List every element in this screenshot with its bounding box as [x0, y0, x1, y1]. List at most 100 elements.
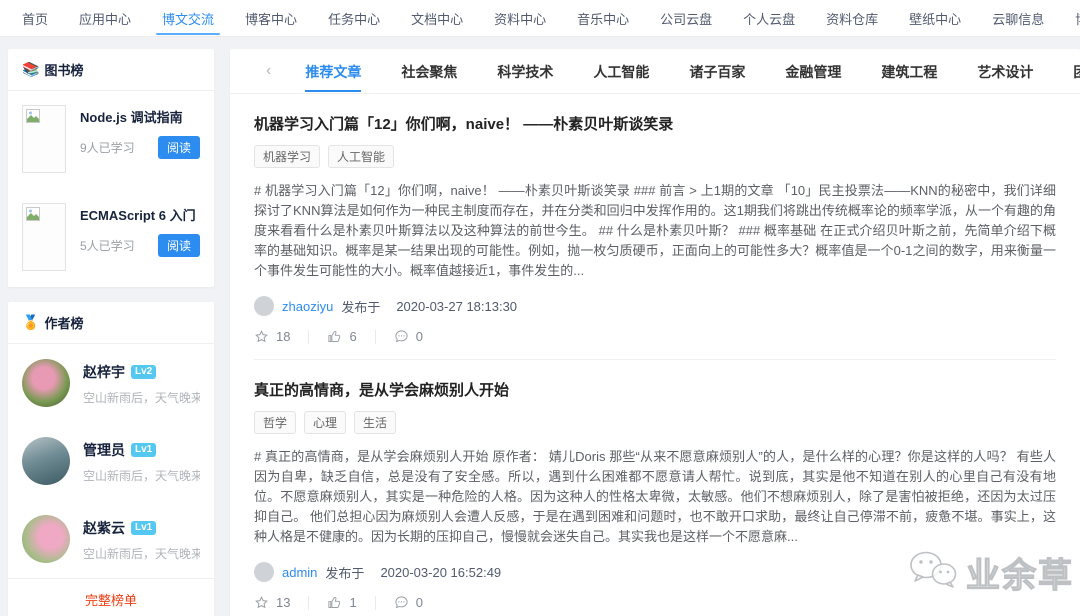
authors-ranking-title: 作者榜: [44, 313, 83, 332]
book-title[interactable]: Node.js 调试指南: [80, 107, 200, 126]
article-tag[interactable]: 哲学: [254, 411, 296, 434]
article-excerpt: # 机器学习入门篇「12」你们啊，naive！ ——朴素贝叶斯谈笑录 ### 前…: [254, 181, 1056, 281]
like-count: 1: [349, 595, 356, 610]
category-tabs: ‹ 推荐文章 社会聚焦 科学技术 人工智能 诸子百家 金融管理 建筑工程 艺术设…: [230, 49, 1080, 94]
author-name[interactable]: 管理员: [83, 440, 125, 460]
read-button[interactable]: 阅读: [158, 136, 200, 159]
nav-item-data-warehouse[interactable]: 资料仓库: [824, 0, 880, 37]
app: 首页 应用中心 博文交流 博客中心 任务中心 文档中心 资料中心 音乐中心 公司…: [0, 0, 1080, 616]
nav-item-app-center[interactable]: 应用中心: [77, 0, 133, 37]
published-label: 发布于: [325, 563, 364, 582]
star-icon: [254, 329, 269, 344]
broken-image-icon: [26, 207, 40, 221]
full-ranking-link[interactable]: 完整榜单: [85, 593, 137, 608]
article-tag[interactable]: 机器学习: [254, 145, 320, 168]
nav-item-wallpaper-center[interactable]: 壁纸中心: [907, 0, 963, 37]
nav-item-company-cloud[interactable]: 公司云盘: [658, 0, 714, 37]
books-ranking-title: 图书榜: [44, 60, 83, 79]
author-item: 赵紫云 Lv1 空山新雨后，天气晚来秋，...: [8, 500, 214, 578]
nav-menu: 首页 应用中心 博文交流 博客中心 任务中心 文档中心 资料中心 音乐中心 公司…: [20, 0, 1080, 37]
avatar[interactable]: [22, 437, 70, 485]
author-avatar: [254, 296, 274, 316]
star-stat[interactable]: 18: [254, 329, 290, 344]
comment-count: 0: [416, 595, 423, 610]
like-stat[interactable]: 6: [327, 329, 356, 344]
publish-time: 2020-03-20 16:52:49: [380, 565, 501, 580]
tab-philosophers[interactable]: 诸子百家: [689, 50, 745, 92]
author-name[interactable]: 赵梓宇: [83, 362, 125, 382]
comment-stat[interactable]: 0: [394, 595, 423, 610]
comment-dots-icon: [394, 595, 409, 610]
author-item: 赵梓宇 Lv2 空山新雨后，天气晚来秋，...: [8, 344, 214, 422]
article-item: 真正的高情商，是从学会麻烦别人开始 哲学 心理 生活 # 真正的高情商，是从学会…: [254, 360, 1056, 616]
published-label: 发布于: [341, 297, 380, 316]
book-item: ECMAScript 6 入门 5人已学习 阅读: [8, 189, 214, 287]
read-button[interactable]: 阅读: [158, 234, 200, 257]
tab-architecture[interactable]: 建筑工程: [881, 50, 937, 92]
author-avatar: [254, 562, 274, 582]
book-title[interactable]: ECMAScript 6 入门: [80, 205, 200, 224]
level-badge: Lv1: [131, 521, 156, 535]
comment-dots-icon: [394, 329, 409, 344]
article-tag[interactable]: 人工智能: [328, 145, 394, 168]
article-excerpt: # 真正的高情商，是从学会麻烦别人开始 原作者： 婧儿Doris 那些“从来不愿…: [254, 447, 1056, 547]
tab-society[interactable]: 社会聚焦: [401, 50, 457, 92]
tab-art-design[interactable]: 艺术设计: [977, 50, 1033, 92]
article-title[interactable]: 真正的高情商，是从学会麻烦别人开始: [254, 379, 1056, 400]
nav-item-doc-center[interactable]: 文档中心: [409, 0, 465, 37]
nav-item-blog-center-2[interactable]: 博客中心: [1073, 0, 1080, 37]
author-name[interactable]: 赵紫云: [83, 518, 125, 538]
nav-item-music-center[interactable]: 音乐中心: [575, 0, 631, 37]
broken-image-icon: [26, 109, 40, 123]
books-ranking-header: 📚 图书榜: [8, 49, 214, 91]
author-item: 管理员 Lv1 空山新雨后，天气晚来秋，...: [8, 422, 214, 500]
book-learners-count: 5人已学习: [80, 237, 135, 254]
page-content: 📚 图书榜 Node.js 调试指南 9人已学习 阅读: [0, 37, 1080, 616]
article-author-link[interactable]: admin: [282, 565, 317, 580]
like-count: 6: [349, 329, 356, 344]
comment-stat[interactable]: 0: [394, 329, 423, 344]
avatar[interactable]: [22, 359, 70, 407]
nav-item-home[interactable]: 首页: [20, 0, 50, 37]
books-ranking-card: 📚 图书榜 Node.js 调试指南 9人已学习 阅读: [8, 49, 214, 287]
author-signature: 空山新雨后，天气晚来秋，...: [83, 467, 200, 484]
tab-science-tech[interactable]: 科学技术: [497, 50, 553, 92]
medal-icon: 🏅: [22, 314, 39, 331]
tab-team-culture[interactable]: 团队文化: [1073, 50, 1080, 92]
article-title[interactable]: 机器学习入门篇「12」你们啊，naive！ ——朴素贝叶斯谈笑录: [254, 113, 1056, 134]
book-cover-placeholder[interactable]: [22, 105, 66, 173]
author-signature: 空山新雨后，天气晚来秋，...: [83, 389, 200, 406]
thumbs-up-icon: [327, 329, 342, 344]
nav-item-blog-exchange[interactable]: 博文交流: [160, 0, 216, 37]
nav-item-blog-center[interactable]: 博客中心: [243, 0, 299, 37]
article-tag[interactable]: 生活: [354, 411, 396, 434]
tab-finance[interactable]: 金融管理: [785, 50, 841, 92]
author-signature: 空山新雨后，天气晚来秋，...: [83, 545, 200, 562]
authors-ranking-card: 🏅 作者榜 赵梓宇 Lv2 空山新雨后，天气晚来秋，...: [8, 302, 214, 616]
tab-recommended[interactable]: 推荐文章: [305, 50, 361, 92]
tabs-scroll-left-icon[interactable]: ‹: [252, 62, 285, 80]
star-count: 13: [276, 595, 290, 610]
tab-ai[interactable]: 人工智能: [593, 50, 649, 92]
star-stat[interactable]: 13: [254, 595, 290, 610]
star-count: 18: [276, 329, 290, 344]
publish-time: 2020-03-27 18:13:30: [396, 299, 517, 314]
article-author-link[interactable]: zhaoziyu: [282, 299, 333, 314]
thumbs-up-icon: [327, 595, 342, 610]
nav-item-personal-cloud[interactable]: 个人云盘: [741, 0, 797, 37]
book-info: ECMAScript 6 入门 5人已学习 阅读: [80, 203, 200, 271]
nav-item-material-center[interactable]: 资料中心: [492, 0, 548, 37]
book-learners-count: 9人已学习: [80, 139, 135, 156]
article-tag[interactable]: 心理: [304, 411, 346, 434]
book-cover-placeholder[interactable]: [22, 203, 66, 271]
like-stat[interactable]: 1: [327, 595, 356, 610]
top-nav: 首页 应用中心 博文交流 博客中心 任务中心 文档中心 资料中心 音乐中心 公司…: [0, 0, 1080, 37]
authors-ranking-header: 🏅 作者榜: [8, 302, 214, 344]
books-icon: 📚: [22, 61, 39, 78]
article-item: 机器学习入门篇「12」你们啊，naive！ ——朴素贝叶斯谈笑录 机器学习 人工…: [254, 94, 1056, 360]
star-icon: [254, 595, 269, 610]
nav-item-cloud-chat[interactable]: 云聊信息: [990, 0, 1046, 37]
avatar[interactable]: [22, 515, 70, 563]
level-badge: Lv2: [131, 365, 156, 379]
nav-item-task-center[interactable]: 任务中心: [326, 0, 382, 37]
